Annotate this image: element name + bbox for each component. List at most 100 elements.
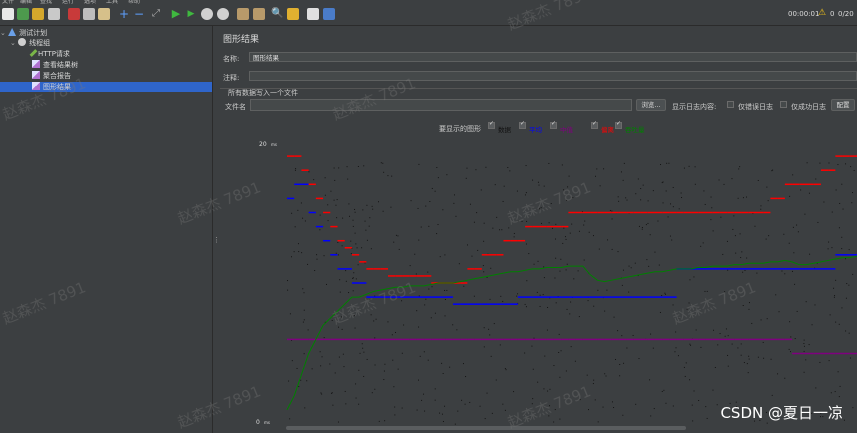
tree-item-http-request[interactable]: HTTP请求 (29, 49, 70, 59)
data-point (811, 324, 813, 326)
data-point (288, 380, 290, 382)
clear-icon[interactable] (237, 8, 249, 20)
data-point (739, 166, 741, 168)
start-icon[interactable]: ▶ (170, 8, 182, 20)
data-point (846, 283, 848, 285)
success-only-checkbox[interactable] (780, 101, 787, 108)
data-point (384, 420, 386, 422)
tree-item-graph-results[interactable]: 图形结果 (0, 82, 212, 92)
data-point (789, 351, 791, 353)
name-field[interactable]: 图形结果 (249, 52, 857, 62)
data-point (477, 249, 479, 251)
clear-all-icon[interactable] (253, 8, 265, 20)
paste-icon[interactable] (98, 8, 110, 20)
data-point (416, 310, 418, 312)
data-point (525, 165, 527, 167)
data-point (702, 242, 704, 244)
collapse-icon[interactable]: − (133, 8, 145, 20)
data-point (354, 208, 356, 210)
configure-button[interactable]: 配置 (831, 99, 855, 111)
data-point (618, 200, 620, 202)
data-point (620, 171, 622, 173)
data-point (788, 242, 790, 244)
data-point (298, 251, 300, 253)
data-point (366, 239, 368, 241)
data-point (677, 355, 679, 357)
data-point (632, 334, 634, 336)
data-point (602, 406, 604, 408)
data-point (502, 403, 504, 405)
data-point (598, 248, 600, 250)
name-label: 名称: (223, 55, 240, 63)
horizontal-scrollbar[interactable] (286, 426, 686, 430)
reset-search-icon[interactable] (287, 8, 299, 20)
data-point (808, 192, 810, 194)
data-point (740, 257, 742, 259)
data-point (592, 383, 594, 385)
data-point (436, 233, 438, 235)
function-helper-icon[interactable] (307, 8, 319, 20)
data-point (418, 326, 420, 328)
data-point (599, 185, 601, 187)
data-point (663, 389, 665, 391)
open-icon[interactable] (32, 8, 44, 20)
expand-icon[interactable]: + (118, 8, 130, 20)
cut-icon[interactable] (68, 8, 80, 20)
errors-only-label: 仅错误日志 (738, 103, 773, 111)
save-icon[interactable] (48, 8, 60, 20)
data-point (666, 162, 668, 164)
data-point (524, 352, 526, 354)
comment-field[interactable] (249, 71, 857, 81)
help-icon[interactable] (323, 8, 335, 20)
data-point (803, 343, 805, 345)
tree-item-thread-group[interactable]: ⌄ 线程组 (10, 38, 50, 48)
copy-icon[interactable] (83, 8, 95, 20)
data-point (712, 230, 714, 232)
data-point (595, 175, 597, 177)
legend-checkbox-1[interactable] (519, 120, 526, 129)
data-point (841, 236, 843, 238)
data-point (446, 174, 448, 176)
legend-checkbox-3[interactable] (591, 120, 598, 129)
data-point (760, 319, 762, 321)
data-point (316, 254, 318, 256)
templates-icon[interactable] (17, 8, 29, 20)
data-point (417, 207, 419, 209)
legend-checkbox-4[interactable] (615, 120, 622, 129)
tree-item-view-results-tree[interactable]: 查看结果树 (32, 60, 78, 70)
data-point (771, 170, 773, 172)
stop-icon[interactable] (201, 8, 213, 20)
data-point (355, 397, 357, 399)
legend-checkbox-2[interactable] (550, 120, 557, 129)
data-point (371, 205, 373, 207)
data-point (711, 207, 713, 209)
data-point (301, 252, 303, 254)
data-point (794, 338, 796, 340)
data-point (524, 194, 526, 196)
toggle-icon[interactable]: ⤢ (150, 8, 162, 20)
data-point (844, 258, 846, 260)
legend-checkbox-0[interactable] (488, 120, 495, 129)
data-point (570, 301, 572, 303)
data-point (757, 179, 759, 181)
data-point (352, 290, 354, 292)
data-point (493, 323, 495, 325)
shutdown-icon[interactable] (217, 8, 229, 20)
filename-input[interactable] (250, 99, 632, 111)
start-no-pause-icon[interactable]: ▶ (185, 8, 197, 20)
data-point (797, 231, 799, 233)
tree-item-test-plan[interactable]: ⌄ 测试计划 (0, 28, 47, 38)
data-point (354, 232, 356, 234)
data-point (710, 196, 712, 198)
warning-icon[interactable]: ⚠ (818, 8, 826, 18)
search-icon[interactable]: 🔍 (271, 8, 283, 20)
data-point (695, 329, 697, 331)
data-point (418, 239, 420, 241)
data-point (727, 269, 729, 271)
new-icon[interactable] (2, 8, 14, 20)
browse-button[interactable]: 浏览... (636, 99, 666, 111)
errors-only-checkbox[interactable] (727, 101, 734, 108)
data-point (815, 387, 817, 389)
data-point (414, 253, 416, 255)
data-point (537, 260, 539, 262)
